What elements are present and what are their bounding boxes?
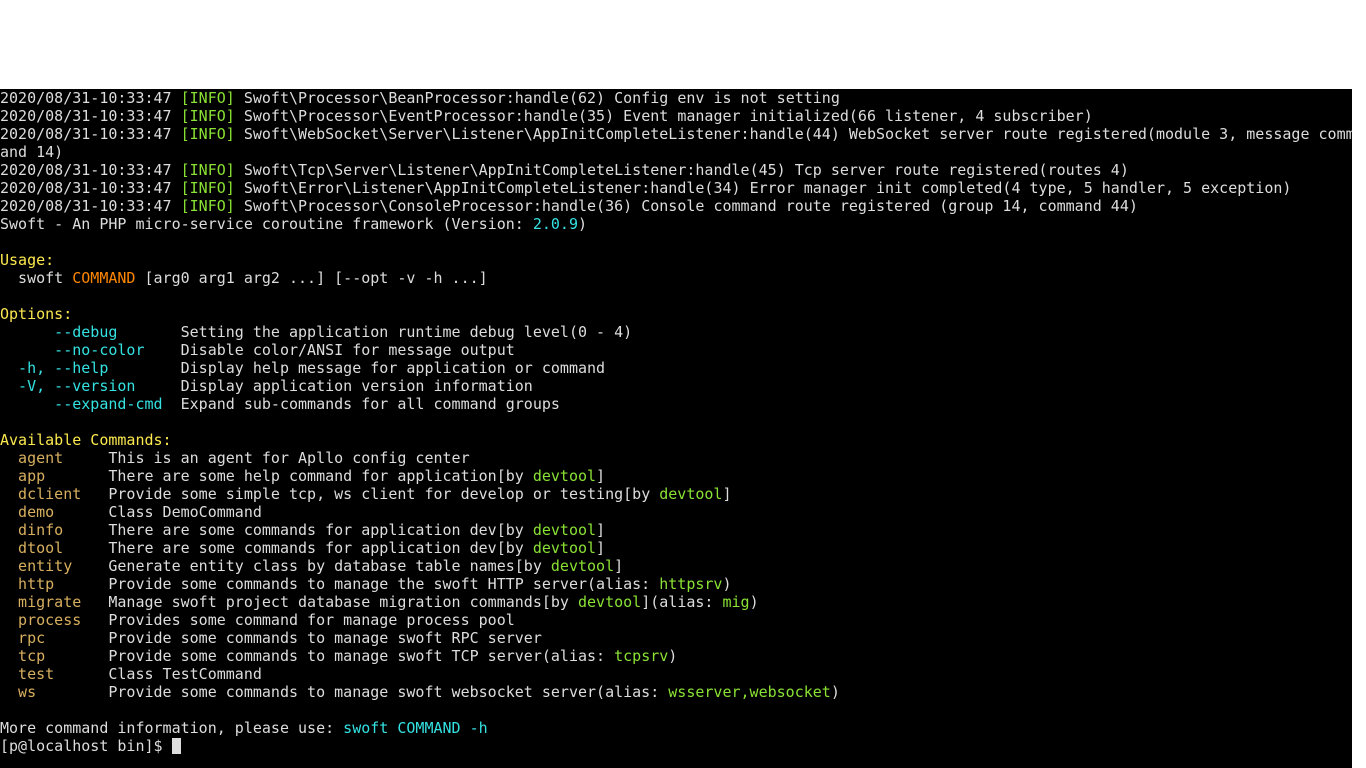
blank-line	[0, 233, 9, 251]
usage-line: swoft COMMAND [arg0 arg1 arg2 ...] [--op…	[0, 269, 488, 287]
command-row: demo Class DemoCommand	[0, 503, 262, 521]
command-row: tcp Provide some commands to manage swof…	[0, 647, 677, 665]
command-row: rpc Provide some commands to manage swof…	[0, 629, 542, 647]
option-row: --expand-cmd Expand sub-commands for all…	[0, 395, 560, 413]
blank-line	[0, 287, 9, 305]
options-header: Options:	[0, 305, 72, 323]
command-row: process Provides some command for manage…	[0, 611, 515, 629]
log-line: 2020/08/31-10:33:47 [INFO] Swoft\Error\L…	[0, 179, 1291, 197]
prompt-line[interactable]: [p@localhost bin]$	[0, 737, 181, 755]
log-line: 2020/08/31-10:33:47 [INFO] Swoft\Process…	[0, 197, 1138, 215]
blank-line	[0, 413, 9, 431]
option-row: -h, --help Display help message for appl…	[0, 359, 605, 377]
command-row: agent This is an agent for Apllo config …	[0, 449, 470, 467]
cursor-icon	[172, 738, 181, 754]
option-row: --no-color Disable color/ANSI for messag…	[0, 341, 515, 359]
terminal-output[interactable]: 2020/08/31-10:33:47 [INFO] Swoft\Process…	[0, 89, 1366, 755]
command-row: dclient Provide some simple tcp, ws clie…	[0, 485, 732, 503]
command-row: ws Provide some commands to manage swoft…	[0, 683, 840, 701]
command-row: app There are some help command for appl…	[0, 467, 605, 485]
more-info-line: More command information, please use: sw…	[0, 719, 488, 737]
command-row: http Provide some commands to manage the…	[0, 575, 732, 593]
option-row: --debug Setting the application runtime …	[0, 323, 632, 341]
log-line: 2020/08/31-10:33:47 [INFO] Swoft\Process…	[0, 89, 840, 107]
log-line: 2020/08/31-10:33:47 [INFO] Swoft\WebSock…	[0, 125, 1355, 143]
command-row: dinfo There are some commands for applic…	[0, 521, 605, 539]
blank-line	[0, 701, 9, 719]
browser-blank-area	[0, 0, 1366, 89]
command-row: dtool There are some commands for applic…	[0, 539, 605, 557]
command-row: entity Generate entity class by database…	[0, 557, 623, 575]
option-row: -V, --version Display application versio…	[0, 377, 533, 395]
app-title: Swoft - An PHP micro-service coroutine f…	[0, 215, 587, 233]
log-line: 2020/08/31-10:33:47 [INFO] Swoft\Process…	[0, 107, 1093, 125]
log-line: 2020/08/31-10:33:47 [INFO] Swoft\Tcp\Ser…	[0, 161, 1129, 179]
command-row: test Class TestCommand	[0, 665, 262, 683]
commands-header: Available Commands:	[0, 431, 172, 449]
scrollbar-track[interactable]	[1352, 0, 1366, 768]
usage-header: Usage:	[0, 251, 54, 269]
log-line-wrap: and 14)	[0, 143, 63, 161]
command-row: migrate Manage swoft project database mi…	[0, 593, 759, 611]
